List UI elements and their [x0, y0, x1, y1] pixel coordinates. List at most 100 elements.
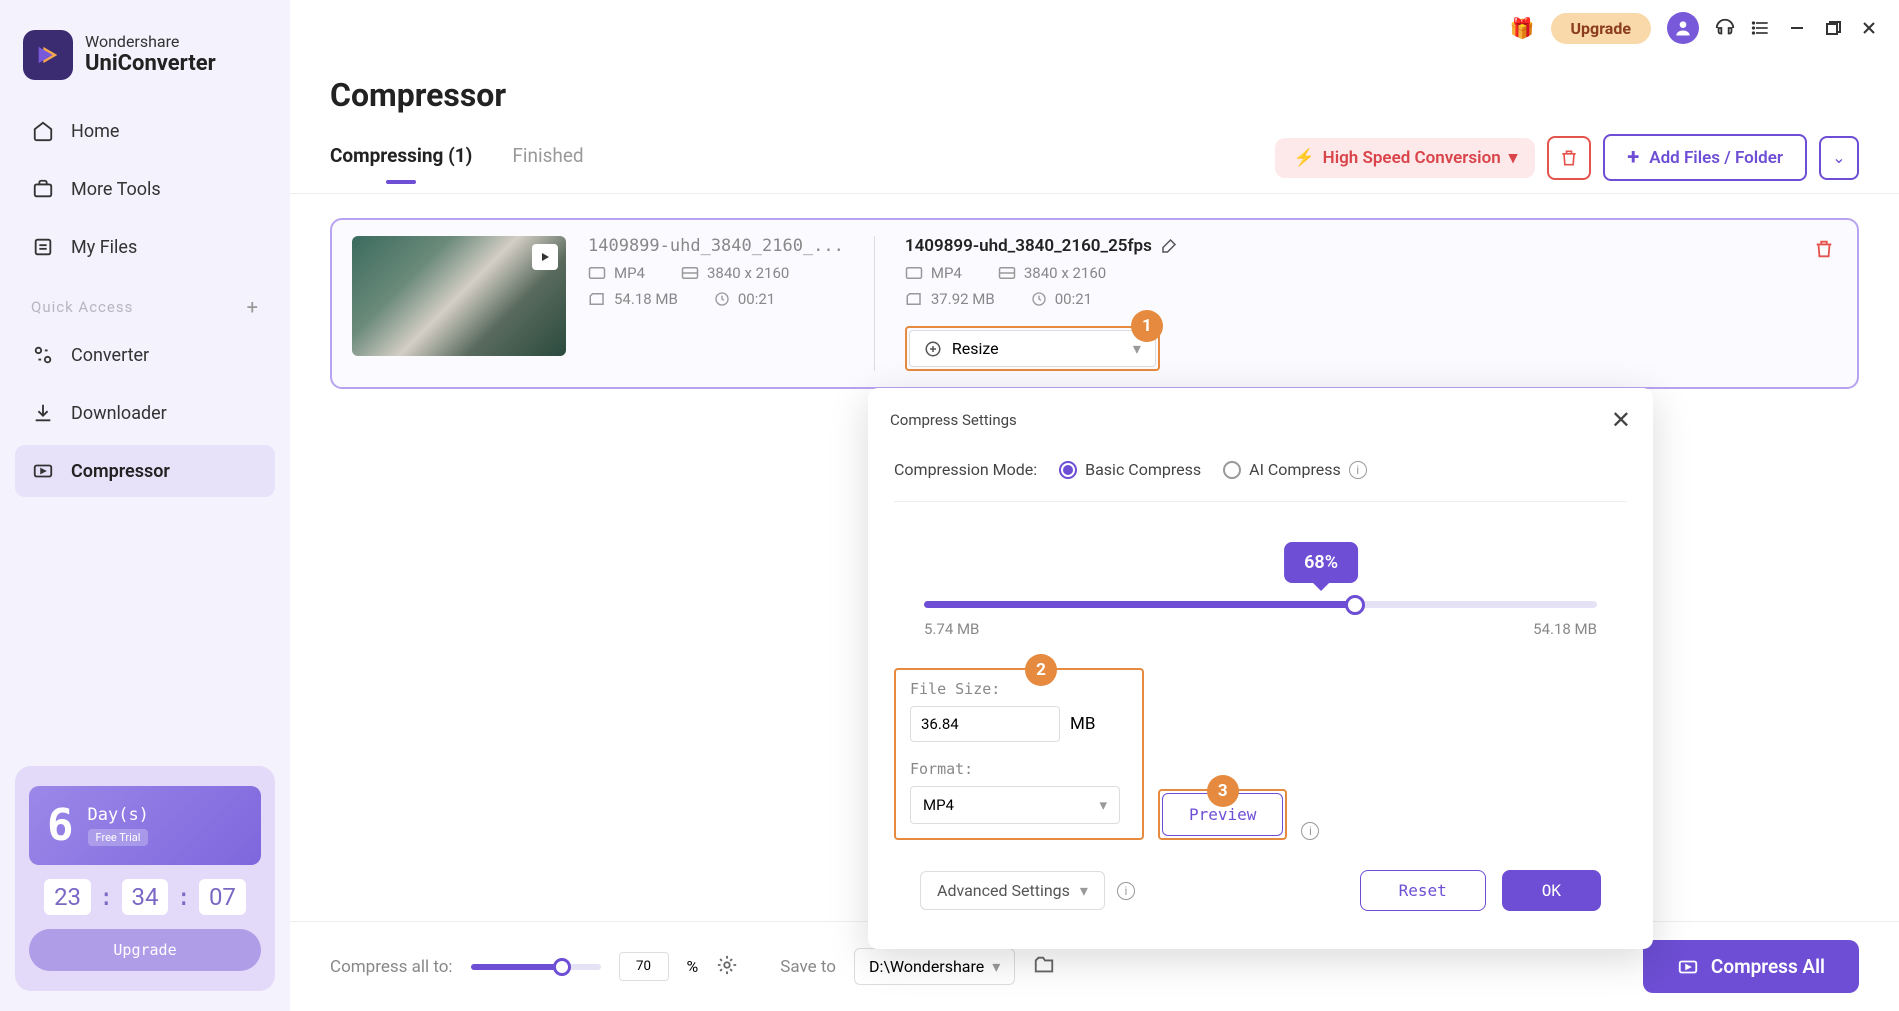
trial-badge: Free Trial	[88, 829, 149, 846]
sidebar-item-my-files[interactable]: My Files	[15, 221, 275, 273]
slider-max-label: 54.18 MB	[1533, 620, 1597, 638]
lightning-icon: ⚡	[1293, 148, 1314, 168]
format-value: MP4	[923, 796, 954, 814]
format-label: Format:	[910, 760, 1128, 778]
popup-close-button[interactable]: ✕	[1611, 406, 1631, 434]
sidebar: Wondershare UniConverter Home More Tools…	[0, 0, 290, 1011]
menu-icon[interactable]	[1751, 18, 1771, 38]
gift-icon[interactable]: 🎁	[1510, 16, 1535, 40]
quick-access-header: Quick Access +	[15, 279, 275, 329]
close-icon[interactable]	[1859, 18, 1879, 38]
callout-1: 1	[1131, 310, 1163, 342]
compress-percent-input[interactable]	[619, 952, 669, 981]
video-thumbnail[interactable]	[352, 236, 566, 356]
format-select[interactable]: MP4 ▾	[910, 786, 1120, 824]
percent-sign: %	[687, 957, 699, 976]
output-resolution: 3840 x 2160	[998, 264, 1106, 282]
user-avatar[interactable]	[1667, 12, 1699, 44]
basic-compress-label: Basic Compress	[1085, 460, 1201, 479]
page-header: Compressor	[290, 56, 1899, 114]
compress-settings-popup: Compress Settings ✕ Compression Mode: Ba…	[868, 388, 1653, 949]
play-icon[interactable]	[532, 244, 558, 270]
source-size: 54.18 MB	[588, 290, 678, 308]
mode-label: Compression Mode:	[894, 460, 1037, 479]
sidebar-item-label: Downloader	[71, 403, 167, 424]
chevron-down-icon: ⌄	[1832, 148, 1845, 167]
app-logo: Wondershare UniConverter	[15, 20, 275, 105]
resize-label: Resize	[952, 339, 999, 358]
logo-icon	[23, 30, 73, 80]
chevron-down-icon: ▾	[1133, 339, 1141, 358]
add-quick-access-icon[interactable]: +	[247, 295, 259, 319]
source-file-info: 1409899-uhd_3840_2160_... MP4 3840 x 216…	[588, 236, 844, 371]
support-icon[interactable]	[1715, 18, 1735, 38]
filesize-input[interactable]	[910, 706, 1060, 742]
compress-percent-slider[interactable]	[471, 964, 601, 970]
add-files-dropdown[interactable]: ⌄	[1819, 136, 1859, 180]
trial-day-label: Day(s)	[88, 805, 149, 825]
file-card[interactable]: 1409899-uhd_3840_2160_... MP4 3840 x 216…	[330, 218, 1859, 389]
upgrade-button-sidebar[interactable]: Upgrade	[29, 929, 261, 971]
output-size: 37.92 MB	[905, 290, 995, 308]
advanced-settings-button[interactable]: Advanced Settings ▾	[920, 871, 1105, 910]
compress-all-label: Compress All	[1711, 955, 1825, 978]
minimize-icon[interactable]	[1787, 18, 1807, 38]
download-icon	[31, 401, 55, 425]
maximize-icon[interactable]	[1823, 18, 1843, 38]
info-icon[interactable]: i	[1117, 882, 1135, 900]
save-path-dropdown[interactable]: D:\Wondershare ▾	[854, 948, 1015, 985]
high-speed-conversion-button[interactable]: ⚡ High Speed Conversion ▾	[1275, 138, 1535, 178]
output-duration: 00:21	[1031, 290, 1092, 308]
reset-button[interactable]: Reset	[1360, 870, 1486, 911]
source-duration: 00:21	[714, 290, 775, 308]
slider-percent-bubble: 68%	[1284, 542, 1358, 583]
resize-dropdown[interactable]: Resize ▾	[909, 330, 1156, 367]
callout-3: 3	[1207, 775, 1239, 807]
chevron-down-icon: ▾	[1509, 148, 1518, 168]
upgrade-button-titlebar[interactable]: Upgrade	[1551, 13, 1652, 44]
toolbox-icon	[31, 177, 55, 201]
save-to-label: Save to	[780, 957, 836, 977]
radio-basic-compress[interactable]: Basic Compress	[1059, 460, 1201, 479]
home-icon	[31, 119, 55, 143]
settings-icon[interactable]	[716, 954, 738, 980]
info-icon[interactable]: i	[1301, 822, 1319, 840]
sidebar-item-home[interactable]: Home	[15, 105, 275, 157]
info-icon[interactable]: i	[1349, 461, 1367, 479]
tabs-row: Compressing (1) Finished ⚡ High Speed Co…	[290, 114, 1899, 194]
page-title: Compressor	[330, 76, 1859, 114]
tab-finished[interactable]: Finished	[512, 144, 583, 183]
browse-folder-icon[interactable]	[1033, 955, 1055, 979]
ok-button[interactable]: OK	[1502, 870, 1601, 911]
slider-thumb[interactable]	[1345, 595, 1365, 615]
sidebar-item-label: Converter	[71, 345, 149, 366]
source-format: MP4	[588, 264, 645, 282]
high-speed-label: High Speed Conversion	[1323, 148, 1501, 168]
vertical-divider	[874, 236, 875, 371]
sidebar-item-converter[interactable]: Converter	[15, 329, 275, 381]
sidebar-item-label: Compressor	[71, 461, 170, 482]
source-resolution: 3840 x 2160	[681, 264, 789, 282]
tab-compressing[interactable]: Compressing (1)	[330, 144, 472, 183]
radio-ai-compress[interactable]: AI Compress i	[1223, 460, 1367, 479]
compress-all-to-label: Compress all to:	[330, 957, 453, 977]
slider-min-label: 5.74 MB	[924, 620, 979, 638]
edit-icon[interactable]	[1160, 237, 1178, 255]
product-name: UniConverter	[85, 51, 216, 77]
sidebar-item-label: More Tools	[71, 179, 161, 200]
size-slider[interactable]	[924, 601, 1597, 608]
compress-all-button[interactable]: Compress All	[1643, 940, 1859, 993]
callout-2: 2	[1025, 654, 1057, 686]
sidebar-item-more-tools[interactable]: More Tools	[15, 163, 275, 215]
save-path-value: D:\Wondershare	[869, 957, 984, 976]
clear-all-button[interactable]	[1547, 136, 1591, 180]
add-files-button[interactable]: + Add Files / Folder	[1603, 134, 1807, 181]
filesize-format-group: 2 File Size: MB Format: MP4 ▾	[894, 668, 1144, 840]
compression-mode-row: Compression Mode: Basic Compress AI Comp…	[894, 460, 1627, 502]
sidebar-item-downloader[interactable]: Downloader	[15, 387, 275, 439]
radio-checked-icon	[1059, 461, 1077, 479]
trial-days-number: 6	[47, 800, 74, 851]
countdown-hours: 23	[44, 879, 91, 915]
sidebar-item-compressor[interactable]: Compressor	[15, 445, 275, 497]
remove-file-button[interactable]	[1813, 238, 1835, 264]
